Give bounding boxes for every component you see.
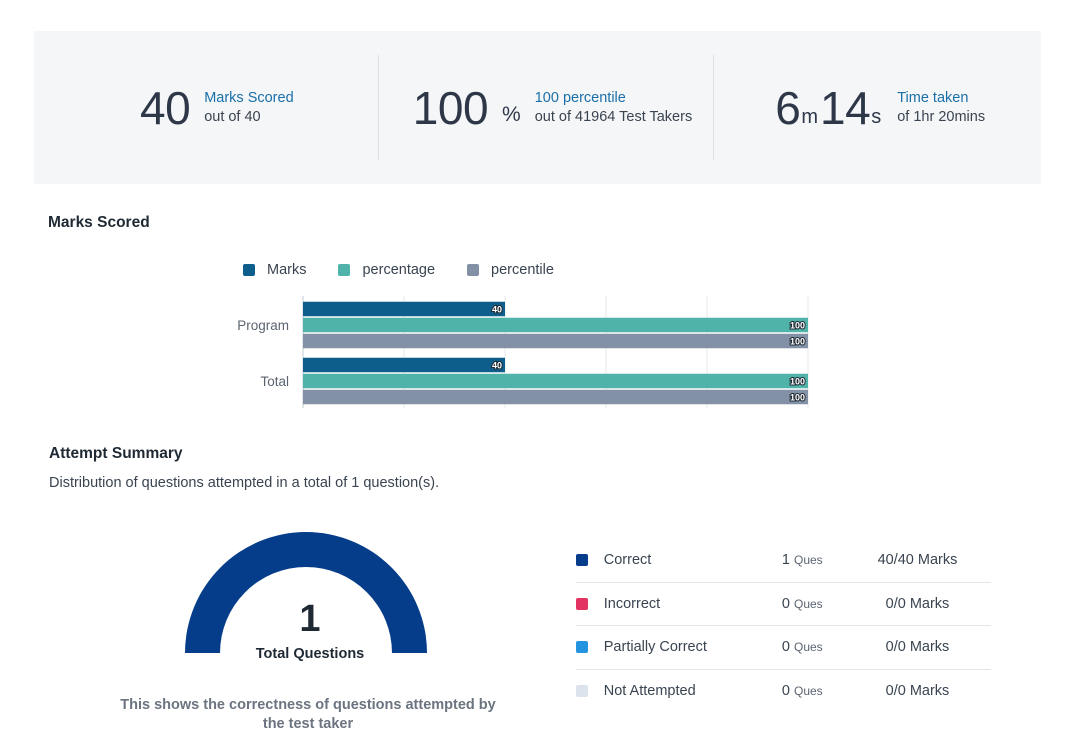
legend-item-percentage[interactable]: percentage	[338, 262, 435, 278]
time-sub: of 1hr 20mins	[897, 108, 986, 125]
category-label: Program	[237, 318, 289, 333]
time-title: Time taken	[897, 89, 969, 106]
legend-swatch	[467, 264, 480, 276]
bar-data-label: 100	[790, 337, 805, 347]
marks-title: Marks Scored	[204, 89, 294, 106]
attempt-row-partially-correct: Partially Correct 0 Ques 0/0 Marks	[576, 626, 991, 670]
attempt-swatch	[576, 685, 588, 698]
summary-strip: 40 Marks Scored out of 40 100 % 100 perc…	[34, 31, 1041, 184]
attempt-swatch	[576, 597, 588, 610]
percent-value: 100	[412, 81, 489, 134]
attempt-name: Correct	[603, 552, 652, 569]
legend-label: Marks	[267, 262, 307, 278]
attempt-breakdown-table: Correct 1 Ques 40/40 Marks Incorrect 0 Ques 0/0…	[576, 539, 991, 713]
attempt-description: Distribution of questions attempted in a…	[49, 475, 440, 491]
chart-legend: Marks percentage percentile	[243, 262, 586, 278]
bar-percentage-program[interactable]	[303, 317, 808, 333]
bar-percentage-total[interactable]	[303, 373, 808, 389]
attempt-count-value: 0	[781, 639, 790, 656]
bar-data-label: 40	[492, 305, 502, 315]
marks-stat: 40 Marks Scored out of 40	[34, 31, 378, 184]
bar-data-label: 100	[790, 377, 805, 387]
attempt-name: Partially Correct	[603, 639, 707, 656]
legend-label: percentile	[491, 262, 554, 278]
bar-data-label: 100	[790, 393, 805, 403]
bar-marks-total[interactable]	[303, 357, 505, 373]
attempt-count-value: 0	[781, 595, 790, 612]
bar-data-label: 100	[790, 321, 805, 331]
attempt-marks: 0/0 Marks	[885, 683, 950, 700]
attempt-row-not-attempted: Not Attempted 0 Ques 0/0 Marks	[576, 670, 991, 714]
marks-scored-heading: Marks Scored	[48, 214, 150, 231]
attempt-count-unit: Ques	[793, 684, 823, 699]
attempt-swatch	[576, 641, 588, 654]
attempt-count-unit: Ques	[793, 640, 823, 655]
bar-data-label: 40	[492, 361, 502, 371]
legend-label: percentage	[362, 262, 436, 278]
attempt-name: Incorrect	[603, 595, 661, 612]
time-stat: 6 m 14 s Time taken of 1hr 20mins	[713, 31, 1041, 184]
bar-marks-program[interactable]	[303, 301, 505, 317]
percent-unit: %	[502, 102, 521, 126]
attempt-swatch	[576, 554, 588, 567]
bar-percentile-program[interactable]	[303, 333, 808, 349]
percentile-sub: out of 41964 Test Takers	[534, 108, 693, 125]
total-questions-label: Total Questions	[255, 646, 365, 662]
attempt-count-value: 1	[781, 552, 790, 569]
category-label: Total	[260, 374, 289, 389]
legend-swatch	[243, 264, 255, 276]
time-minutes: 6	[775, 81, 801, 134]
marks-sub: out of 40	[204, 108, 261, 125]
marks-value: 40	[140, 81, 191, 134]
attempt-row-correct: Correct 1 Ques 40/40 Marks	[576, 539, 991, 583]
legend-item-percentile[interactable]: percentile	[467, 262, 554, 278]
attempt-count: 0 Ques	[761, 639, 844, 655]
attempt-marks: 0/0 Marks	[885, 639, 950, 656]
attempt-count-value: 0	[781, 683, 790, 700]
attempt-count-unit: Ques	[793, 596, 823, 611]
time-seconds-unit: s	[871, 105, 882, 128]
attempt-count: 0 Ques	[761, 683, 844, 699]
legend-swatch	[338, 264, 351, 276]
attempt-summary-heading: Attempt Summary	[49, 445, 183, 462]
legend-item-marks[interactable]: Marks	[243, 262, 306, 278]
time-seconds: 14	[820, 81, 871, 134]
attempt-marks: 0/0 Marks	[885, 595, 950, 612]
attempt-marks: 40/40 Marks	[877, 552, 958, 569]
bar-percentile-total[interactable]	[303, 389, 808, 405]
percentile-title: 100 percentile	[534, 89, 626, 106]
attempt-count: 1 Ques	[761, 552, 844, 568]
percentile-stat: 100 % 100 percentile out of 41964 Test T…	[377, 31, 714, 184]
attempt-name: Not Attempted	[603, 683, 696, 700]
attempt-count: 0 Ques	[761, 596, 844, 612]
total-questions-count: 1	[299, 598, 321, 640]
attempt-count-unit: Ques	[793, 553, 823, 568]
time-minutes-unit: m	[801, 105, 819, 128]
gauge-note: This shows the correctness of questions …	[120, 697, 496, 732]
attempt-row-incorrect: Incorrect 0 Ques 0/0 Marks	[576, 583, 991, 626]
